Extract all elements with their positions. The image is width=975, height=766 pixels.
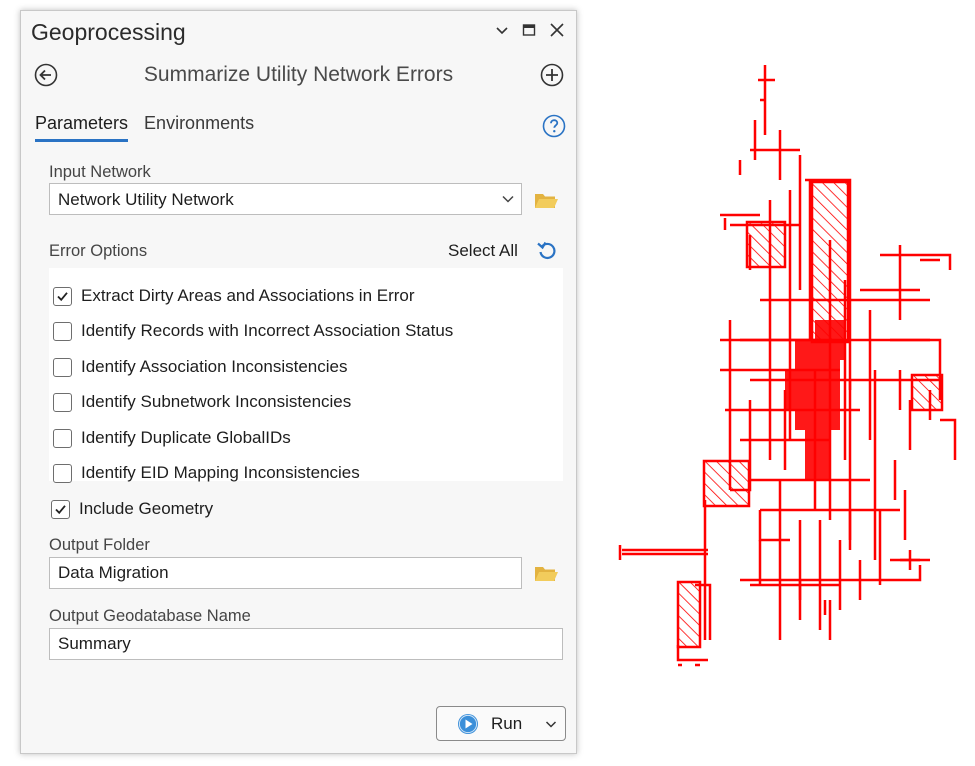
run-label: Run [491, 714, 523, 733]
folder-icon [535, 567, 558, 581]
help-icon [542, 114, 566, 138]
reset-button[interactable] [535, 239, 559, 263]
output-folder-browse-button[interactable] [533, 563, 559, 585]
option-label: Identify EID Mapping Inconsistencies [81, 463, 360, 482]
maximize-icon [522, 24, 536, 36]
input-network-select[interactable]: Network Utility Network [49, 183, 522, 215]
map-view[interactable] [600, 40, 975, 730]
input-network-value: Network Utility Network [58, 190, 234, 209]
checkbox[interactable] [53, 428, 72, 448]
output-gdb-label: Output Geodatabase Name [49, 607, 251, 625]
option-label: Extract Dirty Areas and Associations in … [81, 286, 415, 305]
tool-title: Summarize Utility Network Errors [143, 63, 454, 86]
maximize-button[interactable] [518, 19, 540, 41]
back-button[interactable] [34, 63, 58, 87]
pane-title: Geoprocessing [31, 19, 186, 45]
chevron-down-icon[interactable] [545, 718, 557, 730]
error-option-eid-mapping-inconsistencies[interactable]: Identify EID Mapping Inconsistencies [53, 458, 360, 488]
tab-parameters[interactable]: Parameters [35, 113, 129, 142]
input-network-browse-button[interactable] [533, 190, 559, 212]
output-folder-input[interactable] [49, 557, 522, 589]
error-options-label: Error Options [49, 242, 148, 260]
option-label: Identify Records with Incorrect Associat… [81, 321, 454, 340]
play-icon [458, 714, 478, 734]
option-label: Identify Association Inconsistencies [81, 357, 348, 376]
input-network-label: Input Network [49, 163, 151, 181]
tool-header: Summarize Utility Network Errors [21, 59, 576, 95]
include-geometry-checkbox-row[interactable]: Include Geometry [51, 494, 213, 524]
checkbox[interactable] [51, 499, 70, 519]
run-button[interactable]: Run [436, 706, 566, 741]
chevron-down-icon [496, 27, 508, 35]
error-option-association-inconsistencies[interactable]: Identify Association Inconsistencies [53, 352, 347, 382]
dense-cluster [785, 320, 845, 480]
refresh-icon [537, 241, 556, 259]
include-geometry-label: Include Geometry [79, 499, 214, 518]
network-features [618, 65, 957, 667]
tab-strip: Parameters Environments [35, 113, 254, 142]
output-gdb-input[interactable] [49, 628, 563, 660]
close-button[interactable] [546, 19, 568, 41]
error-option-extract-dirty-areas[interactable]: Extract Dirty Areas and Associations in … [53, 281, 415, 311]
error-option-duplicate-globalids[interactable]: Identify Duplicate GlobalIDs [53, 423, 291, 453]
pane-options-button[interactable] [491, 19, 513, 41]
checkbox[interactable] [53, 357, 72, 377]
pane-titlebar: Geoprocessing [21, 11, 576, 53]
option-label: Identify Duplicate GlobalIDs [81, 428, 291, 447]
error-option-subnetwork-inconsistencies[interactable]: Identify Subnetwork Inconsistencies [53, 387, 351, 417]
close-icon [550, 23, 564, 37]
geoprocessing-pane: Geoprocessing Summarize Utility Network … [20, 10, 577, 754]
checkbox[interactable] [53, 392, 72, 412]
add-icon [540, 63, 564, 87]
checkmark-icon [55, 504, 66, 514]
help-button[interactable] [542, 114, 566, 138]
error-option-incorrect-association-status[interactable]: Identify Records with Incorrect Associat… [53, 316, 453, 346]
checkbox[interactable] [53, 321, 72, 341]
output-folder-label: Output Folder [49, 536, 150, 554]
dirty-areas-map [618, 65, 957, 667]
checkmark-icon [57, 291, 68, 301]
chevron-down-icon [502, 195, 514, 203]
option-label: Identify Subnetwork Inconsistencies [81, 392, 352, 411]
back-arrow-icon [34, 63, 58, 87]
add-button[interactable] [540, 63, 564, 87]
error-options-list: Extract Dirty Areas and Associations in … [49, 268, 563, 483]
checkbox[interactable] [53, 286, 72, 306]
select-all-link[interactable]: Select All [448, 241, 518, 261]
folder-icon [535, 194, 558, 208]
checkbox[interactable] [53, 463, 72, 483]
tab-environments[interactable]: Environments [144, 113, 254, 142]
